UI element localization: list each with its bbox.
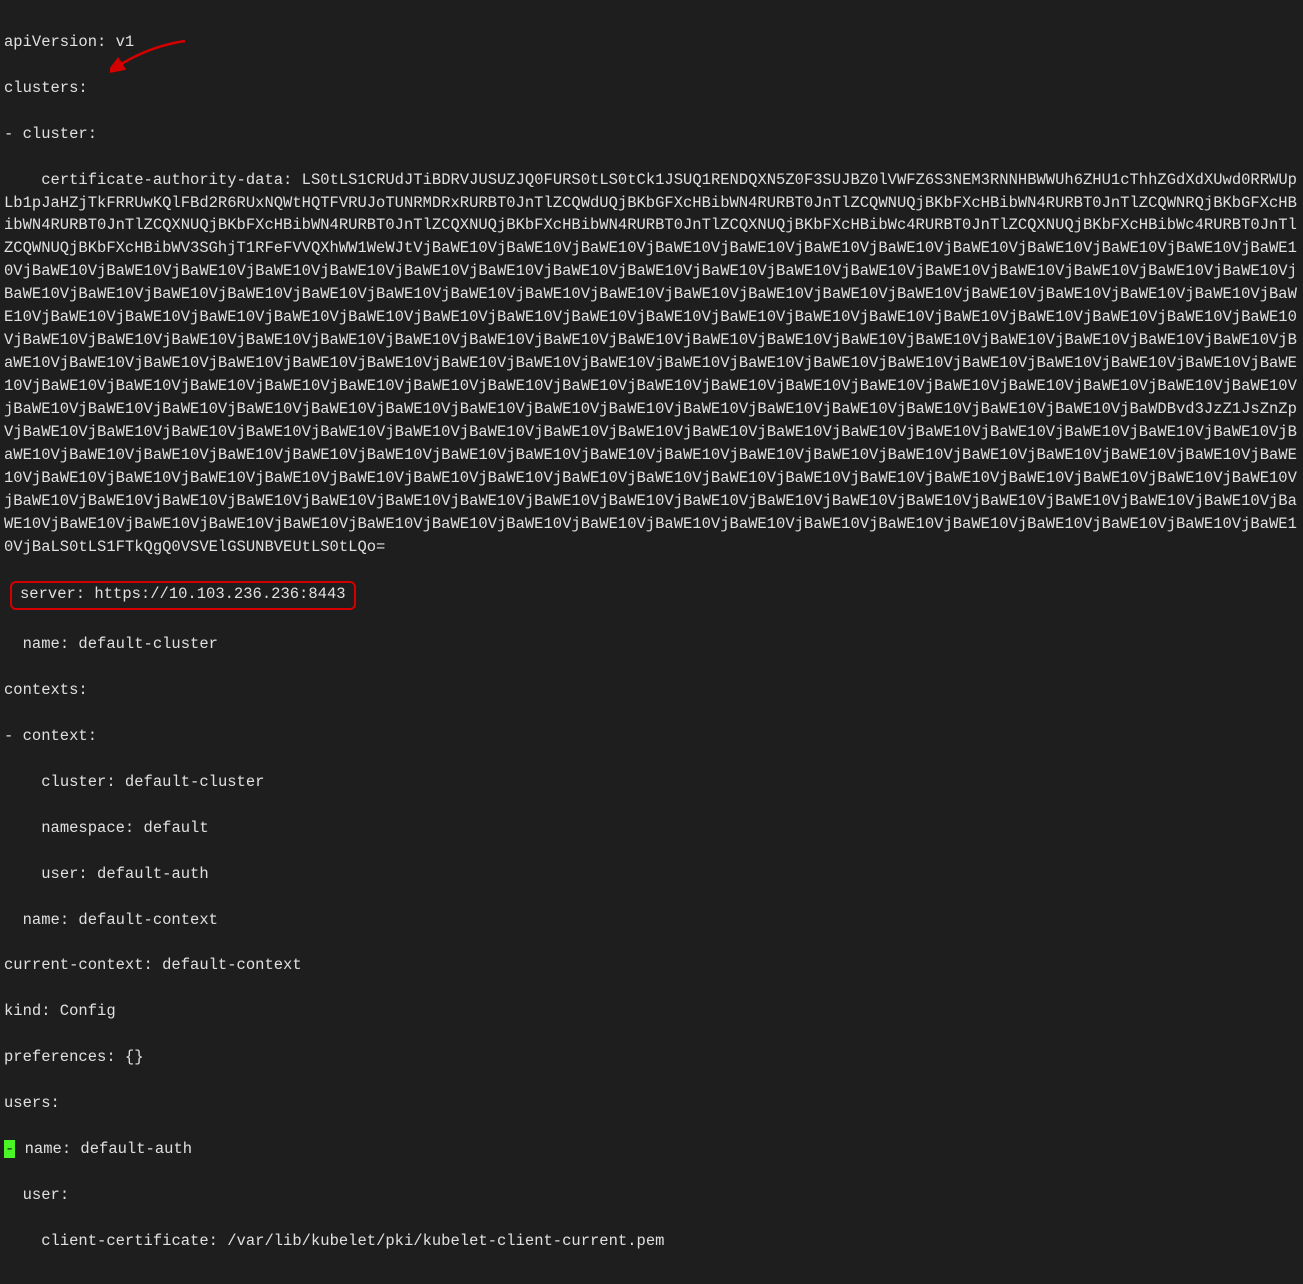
yaml-cert-data: LS0tLS1CRUdJTiBDRVJUSUZJQ0FURS0tLS0tCk1J… — [4, 171, 1297, 556]
yaml-context-dash: - context: — [4, 725, 1299, 748]
yaml-cert-line: certificate-authority-data: LS0tLS1CRUdJ… — [4, 169, 1299, 559]
yaml-ctx-name: name: default-context — [4, 909, 1299, 932]
yaml-ctx-user: user: default-auth — [4, 863, 1299, 886]
terminal-cursor: - — [4, 1140, 15, 1158]
yaml-cert-key: certificate-authority-data: — [4, 171, 302, 189]
terminal-output: apiVersion: v1 clusters: - cluster: cert… — [4, 8, 1299, 1276]
yaml-users-name-line: - name: default-auth — [4, 1138, 1299, 1161]
yaml-ctx-namespace: namespace: default — [4, 817, 1299, 840]
yaml-cluster-name: name: default-cluster — [4, 633, 1299, 656]
yaml-users: users: — [4, 1092, 1299, 1115]
yaml-server: server: https://10.103.236.236:8443 — [20, 585, 346, 603]
yaml-client-cert: client-certificate: /var/lib/kubelet/pki… — [4, 1230, 1299, 1253]
yaml-current-context: current-context: default-context — [4, 954, 1299, 977]
yaml-server-line: server: https://10.103.236.236:8443 — [4, 581, 1299, 610]
server-highlight: server: https://10.103.236.236:8443 — [10, 581, 356, 610]
yaml-users-name: name: default-auth — [15, 1140, 192, 1158]
yaml-contexts: contexts: — [4, 679, 1299, 702]
yaml-kind: kind: Config — [4, 1000, 1299, 1023]
yaml-ctx-cluster: cluster: default-cluster — [4, 771, 1299, 794]
yaml-preferences: preferences: {} — [4, 1046, 1299, 1069]
yaml-user: user: — [4, 1184, 1299, 1207]
yaml-cluster-dash: - cluster: — [4, 123, 1299, 146]
yaml-apiversion: apiVersion: v1 — [4, 31, 1299, 54]
yaml-clusters: clusters: — [4, 77, 1299, 100]
